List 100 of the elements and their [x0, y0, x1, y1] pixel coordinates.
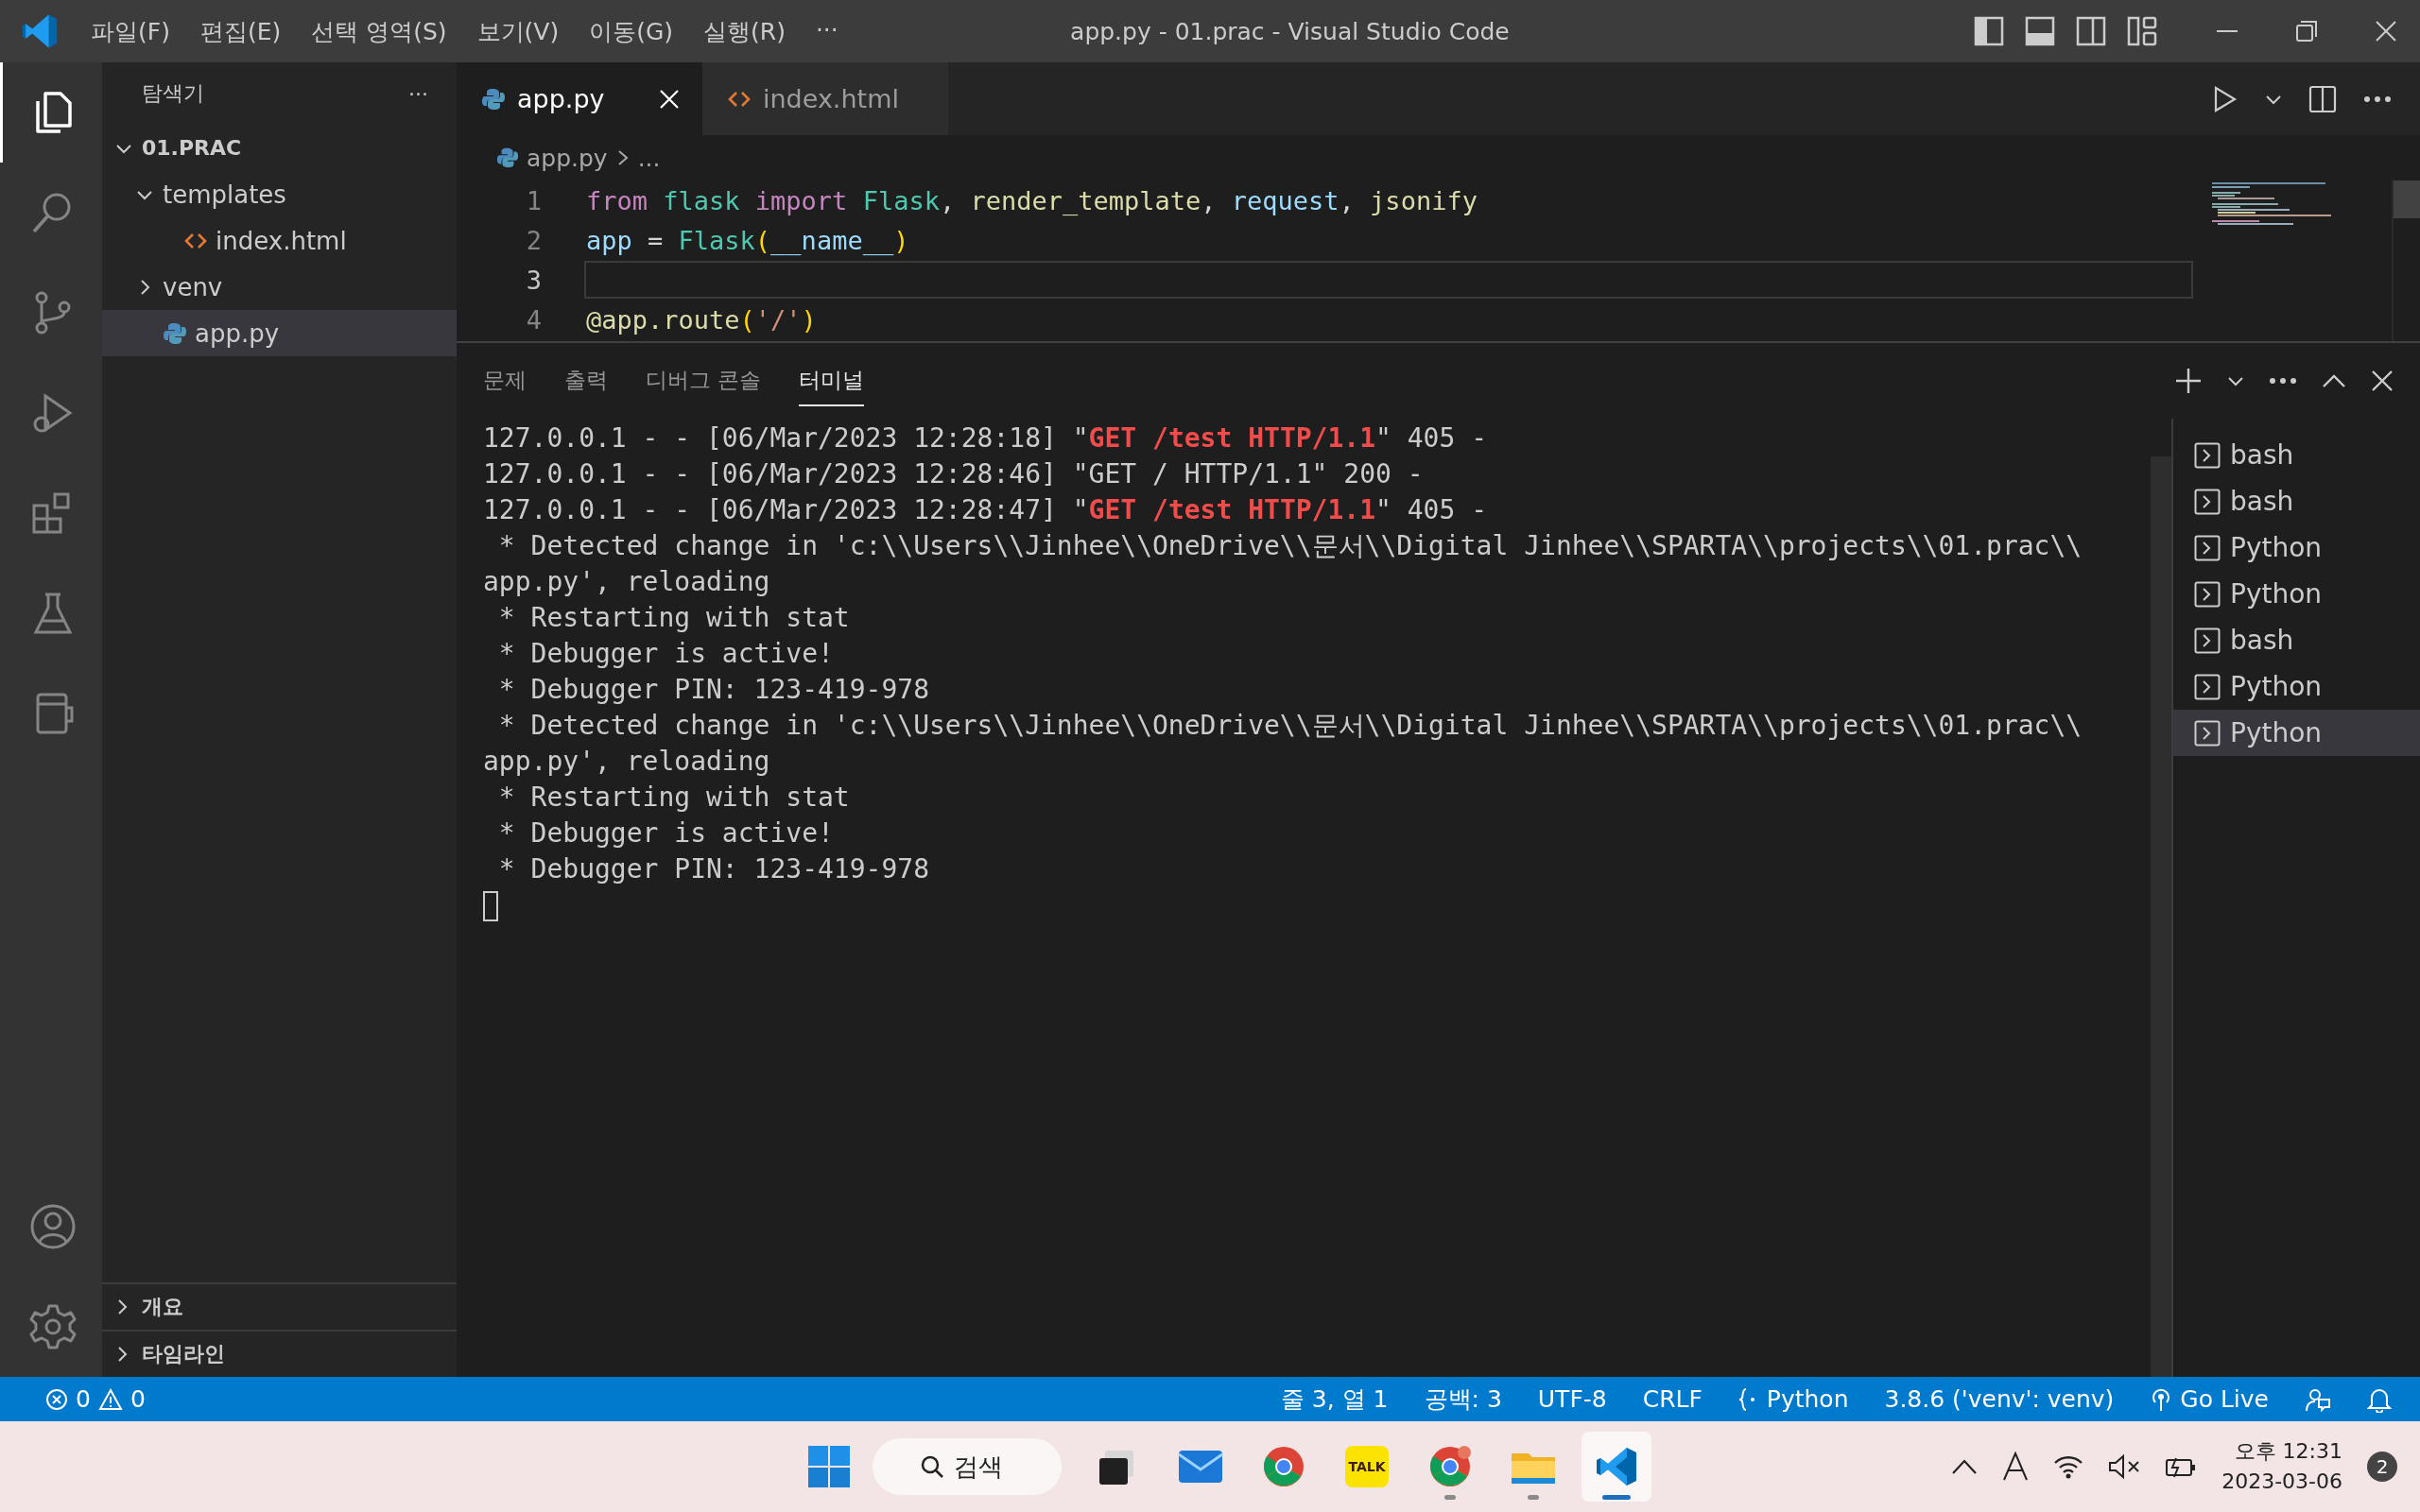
menu-item[interactable]: 실행(R): [690, 9, 799, 53]
search-icon: [920, 1454, 944, 1479]
python-icon: [163, 320, 187, 346]
terminal-item[interactable]: Python: [2173, 571, 2420, 617]
plus-icon[interactable]: [2174, 367, 2203, 395]
more-menu[interactable]: ···: [802, 9, 852, 53]
more-button[interactable]: ···: [408, 81, 428, 106]
terminal-cursor: [483, 891, 498, 921]
tree-item[interactable]: app.py: [102, 310, 457, 356]
status-item[interactable]: Go Live: [2136, 1385, 2282, 1413]
editor-tab[interactable]: app.py: [457, 62, 702, 135]
terminal-icon: [2194, 719, 2221, 747]
python-icon: [481, 86, 506, 112]
editor-tab[interactable]: index.html: [702, 62, 948, 135]
terminal-item[interactable]: bash: [2173, 617, 2420, 663]
more-icon[interactable]: [2269, 377, 2297, 385]
taskbar-clock[interactable]: 오후 12:31 2023-03-06: [2221, 1436, 2342, 1497]
terminal-icon: [2194, 580, 2221, 608]
status-item[interactable]: CRLF: [1629, 1385, 1716, 1413]
error-icon: [45, 1387, 68, 1411]
status-item[interactable]: 공백: 3: [1410, 1383, 1515, 1415]
menu-item[interactable]: 파일(F): [78, 9, 183, 53]
terminal-item[interactable]: Python: [2173, 710, 2420, 756]
vscode-icon[interactable]: [1595, 1445, 1638, 1488]
menu-item[interactable]: 선택 영역(S): [298, 9, 460, 53]
panel-tab[interactable]: 출력: [564, 355, 608, 406]
sidebar-toggle-icon[interactable]: [1974, 16, 2004, 46]
vscode-logo-icon: [21, 12, 59, 50]
menu-item[interactable]: 편집(E): [186, 9, 295, 53]
panel-tab[interactable]: 디버그 콘솔: [646, 355, 762, 406]
status-item[interactable]: 3.8.6 ('venv': venv): [1871, 1385, 2128, 1413]
close-icon[interactable]: [2375, 20, 2397, 43]
terminal-line: app.py', reloading: [483, 745, 771, 779]
terminal-line: * Debugger is active!: [497, 637, 835, 671]
scrollbar-thumb[interactable]: [2151, 456, 2171, 1377]
terminal-line: 127.0.0.1 - - [06/Mar/2023 12:28:47] "GET /test HTTP/1.1" 405 -: [483, 493, 1489, 527]
terminal-icon: [2194, 534, 2221, 561]
problems-status[interactable]: 0 0: [32, 1385, 159, 1413]
wifi-icon[interactable]: [2053, 1454, 2084, 1479]
code-line: @app.route('/'): [585, 303, 818, 336]
tree-item[interactable]: templates: [102, 171, 457, 217]
terminal-line: * Debugger is active!: [497, 816, 835, 850]
terminal-item[interactable]: bash: [2173, 432, 2420, 478]
code-line: from flask import Flask, render_template, request, jsonify: [585, 184, 1478, 217]
restore-icon[interactable]: [2295, 20, 2318, 43]
settings-icon[interactable]: [27, 1302, 78, 1351]
code-line: app = Flask(__name__): [585, 224, 910, 257]
layout-grid-icon[interactable]: [2127, 16, 2157, 46]
terminal-icon: [2194, 441, 2221, 469]
terminal-line: * Restarting with stat: [497, 601, 851, 635]
taskbar-search[interactable]: 검색: [873, 1438, 1062, 1495]
line-number: 1: [525, 185, 543, 215]
panel-toggle-icon[interactable]: [2025, 16, 2055, 46]
menu-item[interactable]: 보기(V): [463, 9, 573, 53]
chevron-up-icon[interactable]: [1951, 1457, 1979, 1476]
speaker-muted-icon[interactable]: [2108, 1453, 2141, 1480]
terminal-line: * Detected change in 'c:\\Users\\Jinhee\\OneDrive\\문서\\Digital Jinhee\\SPARTA\\projects\\01.prac\\: [497, 529, 2083, 563]
terminal-line: * Debugger PIN: 123-419-978: [497, 852, 930, 886]
windows-start-icon[interactable]: [806, 1444, 852, 1489]
line-number: 2: [525, 225, 543, 255]
menu-item[interactable]: 이동(G): [576, 9, 687, 53]
split-layout-icon[interactable]: [2076, 16, 2106, 46]
terminal-line: 127.0.0.1 - - [06/Mar/2023 12:28:18] "GET /test HTTP/1.1" 405 -: [483, 421, 1489, 455]
close-icon[interactable]: [2371, 369, 2394, 392]
python-icon: [496, 146, 519, 169]
status-item[interactable]: Python: [1724, 1385, 1862, 1413]
panel-tab[interactable]: 터미널: [799, 355, 865, 406]
notification-badge[interactable]: 2: [2367, 1452, 2397, 1482]
tree-item[interactable]: 01.PRAC: [102, 125, 457, 171]
tree-item[interactable]: index.html: [102, 217, 457, 264]
scrollbar-thumb[interactable]: [2394, 180, 2420, 218]
more-icon[interactable]: [2363, 94, 2392, 103]
status-item[interactable]: 줄 3, 열 1: [1267, 1383, 1402, 1415]
line-number: 3: [525, 265, 543, 295]
terminal-icon: [2194, 673, 2221, 700]
status-item[interactable]: UTF-8: [1524, 1385, 1620, 1413]
breadcrumb-item[interactable]: app.py: [527, 144, 608, 172]
terminal-item[interactable]: Python: [2173, 524, 2420, 571]
input-method-icon[interactable]: [2002, 1452, 2030, 1482]
chrome-icon[interactable]: [1428, 1445, 1472, 1488]
terminal-line: app.py', reloading: [483, 565, 771, 599]
line-number: 4: [525, 304, 543, 335]
tree-item[interactable]: venv: [102, 264, 457, 310]
terminal-line: * Detected change in 'c:\\Users\\Jinhee\\OneDrive\\문서\\Digital Jinhee\\SPARTA\\projects\\01.prac\\: [497, 709, 2083, 743]
terminal-line: * Restarting with stat: [497, 781, 851, 815]
terminal-line: * Debugger PIN: 123-419-978: [497, 673, 930, 707]
terminal-item[interactable]: Python: [2173, 663, 2420, 710]
warning-icon: [97, 1387, 123, 1411]
breadcrumb-item[interactable]: ...: [637, 144, 661, 172]
talk-app-icon[interactable]: TALK: [1345, 1446, 1389, 1487]
terminal-line: 127.0.0.1 - - [06/Mar/2023 12:28:46] "GET / HTTP/1.1" 200 -: [483, 457, 1425, 491]
terminal-item[interactable]: bash: [2173, 478, 2420, 524]
panel-tab[interactable]: 문제: [483, 355, 527, 406]
chevron-up-icon[interactable]: [2322, 372, 2346, 389]
window-title: app.py - 01.prac - Visual Studio Code: [1070, 17, 1510, 45]
chrome-icon[interactable]: [1262, 1445, 1305, 1488]
split-editor-icon[interactable]: [2308, 84, 2337, 113]
sidebar-title: 탐색기: [142, 80, 204, 107]
terminal-icon: [2194, 488, 2221, 515]
terminal-icon: [2194, 627, 2221, 654]
